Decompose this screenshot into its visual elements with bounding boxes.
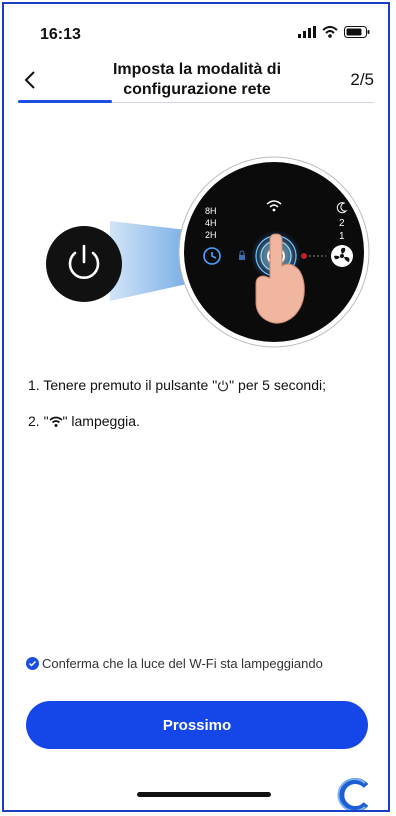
back-arrow-icon <box>24 71 35 89</box>
status-bar: 16:13 <box>4 4 388 52</box>
page-title: Imposta la modalità di configurazione re… <box>112 61 282 98</box>
timer-label-2h: 2H <box>205 230 217 240</box>
power-button-zoom <box>46 226 122 302</box>
instruction-step-1-suffix: " per 5 secondi; <box>229 377 326 393</box>
back-button[interactable] <box>16 64 44 96</box>
instruction-step-1: 1. Tenere premuto il pulsante " " per 5 s… <box>28 376 378 394</box>
speed-label-2: 2 <box>339 218 345 229</box>
status-icons <box>298 26 370 38</box>
confirm-checkbox[interactable]: Conferma che la luce del W-Fi sta lampeg… <box>26 656 323 671</box>
timer-label-8h: 8H <box>205 206 217 216</box>
fan-icon <box>331 245 353 267</box>
instruction-step-2: 2. " " lampeggia. <box>28 412 378 430</box>
home-indicator[interactable] <box>137 792 271 797</box>
timer-label-4h: 4H <box>205 218 217 228</box>
wifi-symbol-icon <box>49 416 63 427</box>
power-symbol-icon <box>218 380 229 392</box>
instruction-step-1-prefix: 1. Tenere premuto il pulsante " <box>28 377 218 393</box>
header: Imposta la modalità di configurazione re… <box>4 56 388 104</box>
instruction-step-2-prefix: 2. " <box>28 413 49 429</box>
status-time: 16:13 <box>40 26 81 43</box>
signal-icon <box>298 26 316 38</box>
wifi-status-icon <box>322 26 338 38</box>
check-icon <box>26 657 39 670</box>
device-illustration: 8H 4H 2H 2 1 <box>46 156 370 348</box>
brand-logo <box>337 778 369 810</box>
battery-icon <box>344 26 370 38</box>
instructions: 1. Tenere premuto il pulsante " " per 5 s… <box>28 376 378 448</box>
step-indicator: 2/5 <box>350 70 374 89</box>
progress-fill <box>18 100 112 103</box>
speed-label-1: 1 <box>339 231 345 242</box>
next-button[interactable]: Prossimo <box>26 701 368 749</box>
phone-frame: 16:13 Imposta la modalità di configurazi… <box>2 2 390 812</box>
instruction-step-2-suffix: " lampeggia. <box>62 413 140 429</box>
confirm-label: Conferma che la luce del W-Fi sta lampeg… <box>42 656 323 671</box>
